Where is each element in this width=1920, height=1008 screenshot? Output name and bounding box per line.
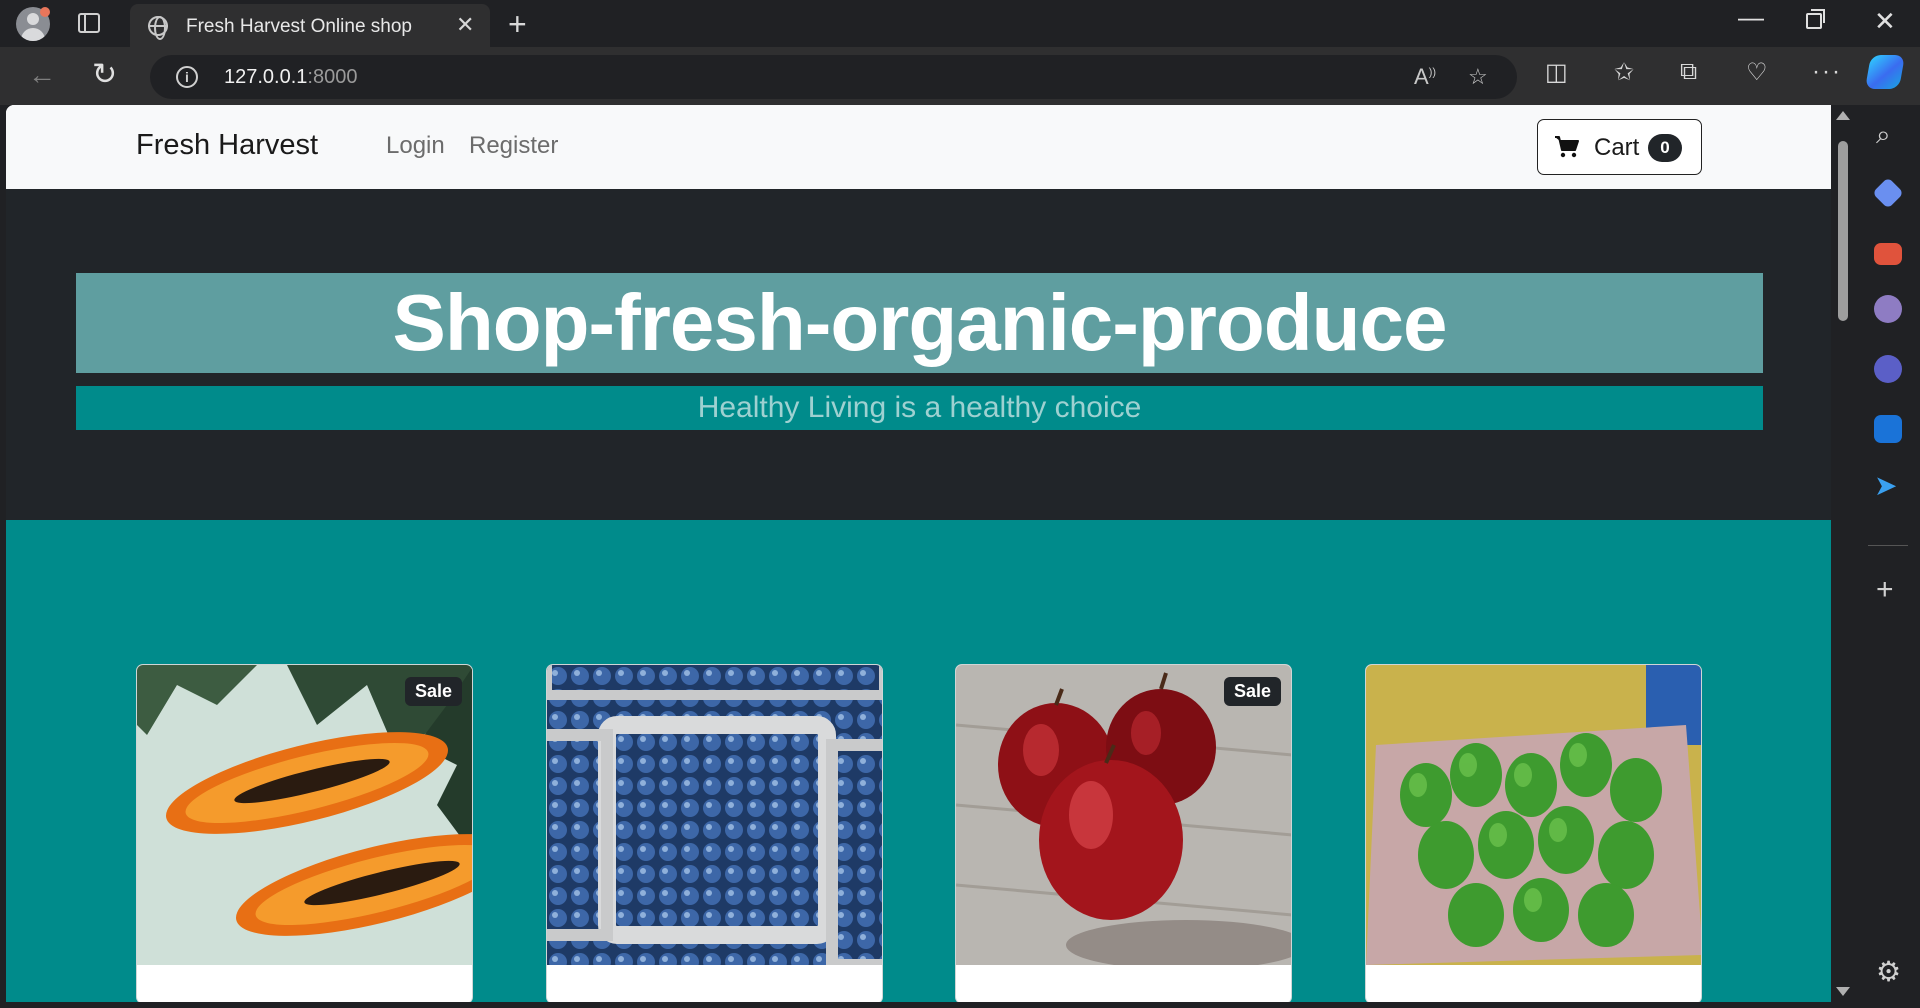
sale-badge: Sale xyxy=(404,677,462,706)
browser-essentials-icon[interactable]: ♡ xyxy=(1746,58,1768,87)
favorite-star-icon[interactable]: ☆ xyxy=(1468,64,1488,90)
site-brand[interactable]: Fresh Harvest xyxy=(136,129,318,162)
games-icon[interactable] xyxy=(1874,295,1902,323)
hero-title-bar: Shop-fresh-organic-produce xyxy=(76,273,1763,373)
add-sidebar-app-icon[interactable]: + xyxy=(1876,573,1894,607)
sale-badge: Sale xyxy=(1223,677,1281,706)
site-info-icon[interactable]: i xyxy=(176,66,198,88)
browser-tab-bar: Fresh Harvest Online shop ✕ + — ✕ xyxy=(0,0,1920,47)
page-scrollbar[interactable] xyxy=(1831,105,1856,1002)
page-viewport: Fresh Harvest Login Register Cart 0 Shop… xyxy=(6,105,1831,1002)
address-bar[interactable]: i 127.0.0.1:8000 A)) ☆ xyxy=(150,55,1517,99)
favorites-icon[interactable]: ✩ xyxy=(1614,58,1634,87)
edge-sidebar: ⌕ ➤ + ⚙ xyxy=(1856,105,1920,1008)
apples-image xyxy=(956,665,1291,965)
outlook-icon[interactable] xyxy=(1874,415,1902,443)
copilot-sidebar-icon[interactable] xyxy=(1874,355,1902,383)
product-card[interactable]: Sale xyxy=(136,664,473,1002)
product-card[interactable] xyxy=(1365,664,1702,1002)
product-card[interactable] xyxy=(546,664,883,1002)
hero-subtitle-bar: Healthy Living is a healthy choice xyxy=(76,386,1763,430)
tab-title: Fresh Harvest Online shop xyxy=(186,16,412,37)
read-aloud-icon[interactable]: A)) xyxy=(1414,64,1436,90)
scroll-down-arrow-icon[interactable] xyxy=(1836,987,1850,996)
minimize-icon[interactable]: — xyxy=(1738,2,1764,33)
reload-icon[interactable]: ↻ xyxy=(92,57,117,92)
globe-icon xyxy=(148,16,168,40)
browser-toolbar: ← ↻ i 127.0.0.1:8000 A)) ☆ ◫ ✩ ⧉ ♡ ··· xyxy=(0,47,1920,105)
shopping-tag-icon[interactable] xyxy=(1872,177,1904,209)
papaya-image xyxy=(137,665,472,965)
copilot-icon[interactable] xyxy=(1865,55,1905,89)
product-card[interactable]: Sale xyxy=(955,664,1292,1002)
more-options-icon[interactable]: ··· xyxy=(1812,58,1842,86)
url-port: :8000 xyxy=(307,66,358,88)
site-navbar: Fresh Harvest Login Register Cart 0 xyxy=(6,105,1831,189)
hero-subtitle: Healthy Living is a healthy choice xyxy=(697,391,1142,424)
new-tab-icon[interactable]: + xyxy=(508,6,527,43)
tools-icon[interactable] xyxy=(1874,243,1902,265)
window-close-icon[interactable]: ✕ xyxy=(1874,6,1896,37)
products-section: Sale Sale xyxy=(6,520,1831,1002)
product-image[interactable] xyxy=(547,665,882,965)
avocados-image xyxy=(1366,665,1701,965)
cart-button[interactable]: Cart 0 xyxy=(1537,119,1702,175)
back-icon[interactable]: ← xyxy=(28,59,56,91)
url-host: 127.0.0.1 xyxy=(224,66,308,88)
split-screen-icon[interactable]: ◫ xyxy=(1545,58,1568,87)
tab-actions-icon[interactable] xyxy=(78,13,100,33)
hero-section: Shop-fresh-organic-produce Healthy Livin… xyxy=(6,189,1831,520)
url-text[interactable]: 127.0.0.1:8000 xyxy=(224,66,357,89)
collections-icon[interactable]: ⧉ xyxy=(1680,58,1697,86)
restore-icon[interactable] xyxy=(1806,9,1825,29)
product-image[interactable] xyxy=(1366,665,1701,965)
scrollbar-thumb[interactable] xyxy=(1838,141,1848,321)
hero-title: Shop-fresh-organic-produce xyxy=(392,278,1447,367)
login-link[interactable]: Login xyxy=(386,132,445,160)
sidebar-divider xyxy=(1868,545,1908,546)
notification-dot xyxy=(40,7,50,17)
scroll-up-arrow-icon[interactable] xyxy=(1836,111,1850,120)
cart-label: Cart xyxy=(1594,134,1640,161)
cart-icon xyxy=(1555,136,1579,158)
send-icon[interactable]: ➤ xyxy=(1874,469,1897,502)
product-image[interactable]: Sale xyxy=(137,665,472,965)
sidebar-settings-icon[interactable]: ⚙ xyxy=(1876,955,1901,988)
blueberries-image xyxy=(547,665,882,965)
browser-tab[interactable]: Fresh Harvest Online shop ✕ xyxy=(130,4,490,47)
cart-count-badge: 0 xyxy=(1648,134,1682,162)
tab-close-icon[interactable]: ✕ xyxy=(456,12,474,38)
product-image[interactable]: Sale xyxy=(956,665,1291,965)
search-icon[interactable]: ⌕ xyxy=(1876,119,1891,151)
register-link[interactable]: Register xyxy=(469,132,558,160)
